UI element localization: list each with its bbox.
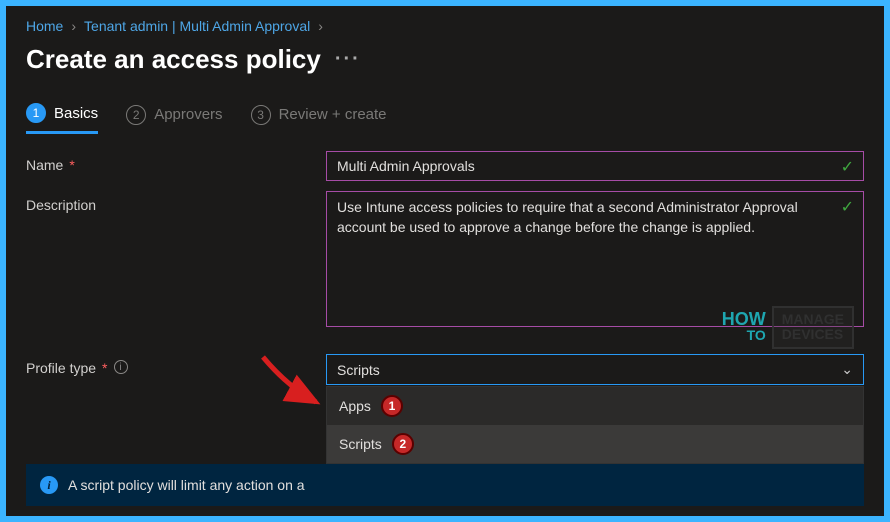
dropdown-option-scripts[interactable]: Scripts 2 [327, 425, 863, 463]
breadcrumb: Home › Tenant admin | Multi Admin Approv… [26, 14, 864, 44]
wizard-steps: 1 Basics 2 Approvers 3 Review + create [26, 103, 864, 135]
checkmark-icon: ✓ [841, 157, 854, 177]
breadcrumb-tenant-admin[interactable]: Tenant admin | Multi Admin Approval [84, 18, 310, 34]
name-label: Name * [26, 151, 326, 181]
annotation-badge: 2 [392, 433, 414, 455]
step-approvers[interactable]: 2 Approvers [126, 105, 222, 133]
label-text: Profile type [26, 360, 96, 376]
description-label: Description [26, 191, 326, 332]
step-number: 3 [251, 105, 271, 125]
step-label: Review + create [279, 106, 387, 123]
name-input[interactable] [326, 151, 864, 181]
select-value: Scripts [337, 362, 380, 378]
chevron-right-icon: › [318, 18, 323, 34]
profile-type-label: Profile type * i [26, 354, 326, 385]
info-banner: i A script policy will limit any action … [26, 464, 864, 506]
banner-text: A script policy will limit any action on… [68, 477, 305, 493]
label-text: Description [26, 197, 96, 213]
label-text: Name [26, 157, 63, 173]
chevron-right-icon: › [71, 18, 76, 34]
option-label: Apps [339, 398, 371, 414]
dropdown-option-apps[interactable]: Apps 1 [327, 387, 863, 425]
required-asterisk: * [102, 360, 107, 376]
step-number: 2 [126, 105, 146, 125]
required-asterisk: * [69, 157, 74, 173]
profile-type-dropdown: Apps 1 Scripts 2 [326, 386, 864, 464]
option-label: Scripts [339, 436, 382, 452]
chevron-down-icon: ⌄ [841, 361, 853, 378]
description-textarea[interactable] [326, 191, 864, 327]
info-icon: i [40, 476, 58, 494]
breadcrumb-home[interactable]: Home [26, 18, 63, 34]
step-number: 1 [26, 103, 46, 123]
checkmark-icon: ✓ [841, 197, 854, 217]
more-actions-icon[interactable]: ··· [335, 48, 361, 71]
page-title-text: Create an access policy [26, 44, 321, 75]
step-label: Approvers [154, 106, 222, 123]
annotation-badge: 1 [381, 395, 403, 417]
profile-type-select[interactable]: Scripts ⌄ [326, 354, 864, 385]
info-icon[interactable]: i [114, 360, 128, 374]
step-label: Basics [54, 105, 98, 122]
page-title: Create an access policy ··· [26, 44, 864, 103]
step-basics[interactable]: 1 Basics [26, 103, 98, 134]
step-review-create[interactable]: 3 Review + create [251, 105, 387, 133]
